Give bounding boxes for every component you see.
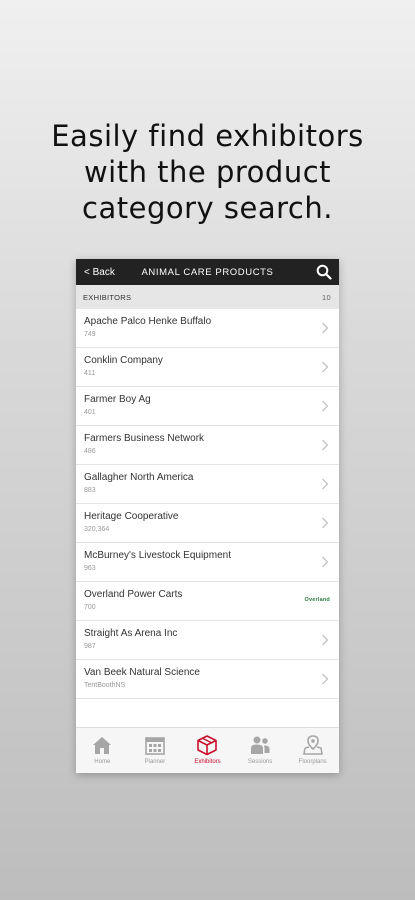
tab-exhibitors[interactable]: Exhibitors [181,728,234,773]
exhibitor-name: Farmer Boy Ag [84,394,151,405]
chevron-right-icon [322,517,329,529]
exhibitor-row[interactable]: Overland Power Carts 700 Overland [76,582,339,621]
box-icon [197,735,218,756]
chevron-right-icon [322,556,329,568]
phone-screen: < Back ANIMAL CARE PRODUCTS EXHIBITORS 1… [76,259,339,773]
tab-floorplans[interactable]: Floorplans [286,728,339,773]
exhibitor-row[interactable]: Gallagher North America 883 [76,465,339,504]
exhibitor-row[interactable]: Straight As Arena Inc 987 [76,621,339,660]
exhibitor-name: Van Beek Natural Science [84,667,200,678]
search-icon[interactable] [316,264,332,280]
exhibitor-list: Apache Palco Henke Buffalo 749 Conklin C… [76,309,339,699]
page-title: ANIMAL CARE PRODUCTS [141,266,274,278]
exhibitor-booth: TentBoothNS [84,682,126,689]
home-icon [93,737,112,754]
exhibitor-logo: Overland [304,597,330,603]
chevron-right-icon [322,322,329,334]
exhibitor-name: Apache Palco Henke Buffalo [84,316,212,327]
tab-planner[interactable]: Planner [129,728,182,773]
exhibitor-booth: 401 [84,409,96,416]
map-pin-icon [302,735,323,755]
tab-bar: Home Planner Exhibitors Sessions Floorpl… [76,727,339,773]
headline-line-2: with the product [83,155,332,189]
headline-line-3: category search. [82,191,333,225]
chevron-right-icon [322,634,329,646]
top-bar: < Back ANIMAL CARE PRODUCTS [76,259,339,285]
tab-label: Planner [144,759,166,765]
chevron-right-icon [322,400,329,412]
exhibitor-booth: 963 [84,565,96,572]
exhibitor-name: Gallagher North America [84,472,194,483]
exhibitor-row[interactable]: Farmers Business Network 486 [76,426,339,465]
people-icon [251,736,270,754]
exhibitor-name: Heritage Cooperative [84,511,179,522]
exhibitor-name: Overland Power Carts [84,589,183,600]
back-button[interactable]: < Back [76,267,115,278]
exhibitor-name: Farmers Business Network [84,433,205,444]
chevron-right-icon [322,361,329,373]
chevron-right-icon [322,478,329,490]
exhibitor-row[interactable]: McBurney's Livestock Equipment 963 [76,543,339,582]
exhibitor-row[interactable]: Farmer Boy Ag 401 [76,387,339,426]
calendar-icon [145,737,165,755]
headline: Easily find exhibitors with the product … [0,118,415,226]
exhibitor-booth: 749 [84,331,96,338]
exhibitor-row[interactable]: Conklin Company 411 [76,348,339,387]
exhibitor-row[interactable]: Apache Palco Henke Buffalo 749 [76,309,339,348]
tab-sessions[interactable]: Sessions [234,728,287,773]
tab-label: Sessions [247,759,273,765]
exhibitor-name: McBurney's Livestock Equipment [84,550,231,561]
tab-label: Floorplans [298,759,327,765]
tab-label: Exhibitors [194,759,221,765]
tab-home[interactable]: Home [76,728,129,773]
headline-line-1: Easily find exhibitors [51,119,364,153]
section-header: EXHIBITORS 10 [76,285,339,309]
exhibitor-booth: 700 [84,604,96,611]
chevron-right-icon [322,673,329,685]
exhibitor-booth: 883 [84,487,96,494]
section-count: 10 [322,292,331,302]
exhibitor-name: Straight As Arena Inc [84,628,178,639]
exhibitor-name: Conklin Company [84,355,163,366]
exhibitor-booth: 411 [84,370,96,377]
chevron-right-icon [322,439,329,451]
tab-label: Home [94,759,111,765]
exhibitor-row[interactable]: Van Beek Natural Science TentBoothNS [76,660,339,699]
exhibitor-row[interactable]: Heritage Cooperative 320,364 [76,504,339,543]
section-label: EXHIBITORS [83,292,132,302]
exhibitor-booth: 486 [84,448,96,455]
exhibitor-booth: 320,364 [84,526,110,533]
exhibitor-booth: 987 [84,643,96,650]
